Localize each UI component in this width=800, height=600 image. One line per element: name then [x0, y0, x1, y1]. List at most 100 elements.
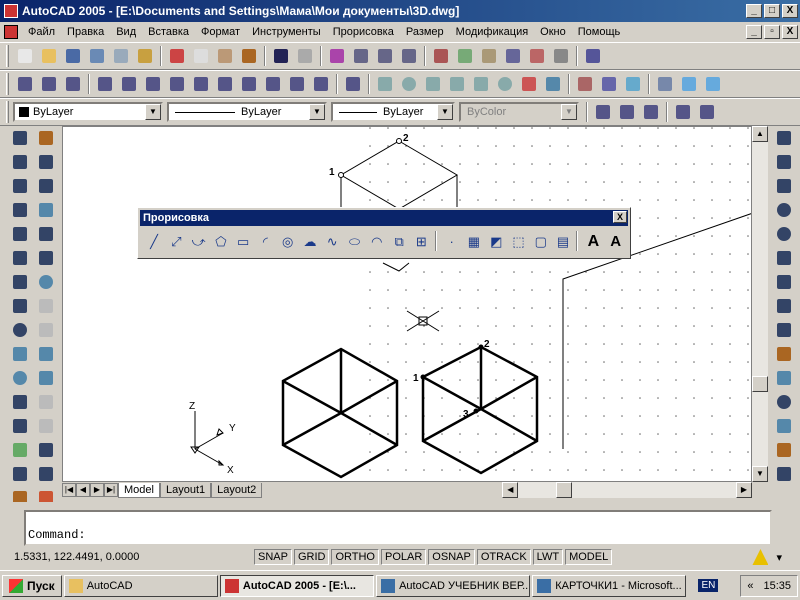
match-properties-icon[interactable] — [238, 45, 260, 67]
zoom-previous-icon[interactable] — [398, 45, 420, 67]
circle-icon[interactable]: ◎ — [277, 231, 297, 253]
paste-icon[interactable] — [214, 45, 236, 67]
make-block-icon[interactable]: ⊞ — [410, 231, 430, 253]
properties-icon[interactable] — [430, 45, 452, 67]
redo-icon[interactable] — [294, 45, 316, 67]
maximize-button[interactable]: □ — [764, 4, 780, 18]
render-icon[interactable] — [592, 101, 614, 123]
polyline-icon[interactable] — [9, 175, 31, 197]
construction-line-icon[interactable] — [9, 151, 31, 173]
chamfer-icon[interactable] — [35, 439, 57, 461]
three-point-ucs-icon[interactable] — [214, 73, 236, 95]
fillet-icon[interactable] — [35, 463, 57, 485]
menu-insert[interactable]: Вставка — [142, 26, 195, 38]
copy-icon[interactable] — [190, 45, 212, 67]
tab-layout1[interactable]: Layout1 — [159, 482, 212, 498]
aligned-dim-icon[interactable] — [773, 151, 795, 173]
setup-view-icon[interactable] — [678, 73, 700, 95]
doc-restore-button[interactable]: ▫ — [764, 25, 780, 39]
erase-icon[interactable] — [35, 127, 57, 149]
task-word-cards[interactable]: КАРТОЧКИ1 - Microsoft... — [532, 574, 687, 597]
ellipse-icon[interactable]: ⬭ — [344, 231, 364, 253]
menu-draw[interactable]: Прорисовка — [327, 26, 400, 38]
multiline-text-icon[interactable]: A — [582, 231, 602, 253]
view-ucs-icon[interactable] — [142, 73, 164, 95]
otrack-toggle[interactable]: OTRACK — [476, 549, 531, 565]
wipeout-icon[interactable]: ▢ — [530, 231, 550, 253]
scale-icon[interactable] — [35, 295, 57, 317]
tab-next-icon[interactable]: ▶ — [90, 483, 104, 497]
grip-point[interactable] — [420, 374, 426, 380]
world-ucs-icon[interactable] — [62, 73, 84, 95]
scenes-icon[interactable] — [616, 101, 638, 123]
drawing-area[interactable]: 2 1 2 1 3 Z Y X — [62, 126, 752, 482]
linetype-combo[interactable]: ByLayer ▼ — [167, 102, 327, 122]
rectangle-icon[interactable]: ▭ — [232, 231, 252, 253]
chevron-down-icon[interactable]: ▼ — [437, 104, 453, 120]
grip-point[interactable] — [473, 408, 479, 414]
polyline-icon[interactable]: ⤻ — [188, 231, 208, 253]
lineweight-combo[interactable]: ByLayer ▼ — [331, 102, 455, 122]
language-indicator[interactable]: EN — [698, 579, 719, 592]
radius-dim-icon[interactable] — [773, 199, 795, 221]
scroll-left-icon[interactable]: ◀ — [502, 482, 519, 498]
design-center-icon[interactable] — [454, 45, 476, 67]
tab-prev-icon[interactable]: ◀ — [76, 483, 90, 497]
object-ucs-icon[interactable] — [94, 73, 116, 95]
minimize-button[interactable]: _ — [746, 4, 762, 18]
setup-profile-icon[interactable] — [702, 73, 724, 95]
copy-object-icon[interactable] — [35, 151, 57, 173]
spline-icon[interactable]: ∿ — [321, 231, 341, 253]
horizontal-scroll-thumb[interactable] — [556, 482, 573, 498]
close-icon[interactable]: X — [613, 211, 627, 223]
grid-toggle[interactable]: GRID — [293, 549, 330, 565]
floating-toolbar-title[interactable]: Прорисовка X — [140, 210, 628, 226]
communication-center-icon[interactable] — [752, 549, 769, 565]
region-icon[interactable]: ⬚ — [508, 231, 528, 253]
cylinder-icon[interactable] — [422, 73, 444, 95]
toolbar-grip[interactable] — [6, 45, 9, 67]
apply-ucs-icon[interactable] — [310, 73, 332, 95]
plot-icon[interactable] — [86, 45, 108, 67]
tab-first-icon[interactable]: |◀ — [62, 483, 76, 497]
tray-expand-icon[interactable]: « — [747, 580, 753, 592]
publish-icon[interactable] — [134, 45, 156, 67]
named-ucs-icon[interactable] — [342, 73, 364, 95]
open-icon[interactable] — [38, 45, 60, 67]
join-icon[interactable] — [35, 415, 57, 437]
polygon-icon[interactable]: ⬠ — [210, 231, 230, 253]
wedge-icon[interactable] — [470, 73, 492, 95]
dim-text-edit-icon[interactable] — [773, 439, 795, 461]
extrude-icon[interactable] — [518, 73, 540, 95]
tab-model[interactable]: Model — [118, 482, 160, 498]
interfere-icon[interactable] — [622, 73, 644, 95]
horizontal-scrollbar[interactable]: ◀ ▶ — [502, 482, 752, 498]
tab-last-icon[interactable]: ▶| — [104, 483, 118, 497]
quick-dim-icon[interactable] — [773, 271, 795, 293]
status-menu-icon[interactable]: ▾ — [776, 551, 782, 564]
x-icon[interactable] — [9, 271, 31, 293]
single-line-text-icon[interactable]: A — [605, 231, 625, 253]
vertical-scrollbar[interactable]: ▲ ▼ — [752, 126, 768, 482]
setup-drawing-icon[interactable] — [654, 73, 676, 95]
lwt-toggle[interactable]: LWT — [532, 549, 564, 565]
toolbar-grip[interactable] — [6, 101, 9, 123]
y-rotate-ucs-icon[interactable] — [262, 73, 284, 95]
ellipse-arc-icon[interactable]: ◠ — [366, 231, 386, 253]
point-icon[interactable] — [9, 463, 31, 485]
trim-icon[interactable] — [35, 343, 57, 365]
continue-dim-icon[interactable] — [773, 319, 795, 341]
angular-dim-icon[interactable] — [773, 247, 795, 269]
intersect-icon[interactable] — [9, 247, 31, 269]
array-icon[interactable] — [35, 223, 57, 245]
insert-block-icon[interactable]: ⧉ — [388, 231, 408, 253]
menu-help[interactable]: Помощь — [572, 26, 627, 38]
dim-edit-icon[interactable] — [773, 415, 795, 437]
perpendicular-icon[interactable] — [9, 391, 31, 413]
color-combo[interactable]: ByLayer ▼ — [13, 102, 163, 122]
break-icon[interactable] — [35, 391, 57, 413]
section-icon[interactable] — [598, 73, 620, 95]
revision-cloud-icon[interactable]: ☁ — [299, 231, 319, 253]
menu-format[interactable]: Формат — [195, 26, 246, 38]
polar-toggle[interactable]: POLAR — [381, 549, 427, 565]
